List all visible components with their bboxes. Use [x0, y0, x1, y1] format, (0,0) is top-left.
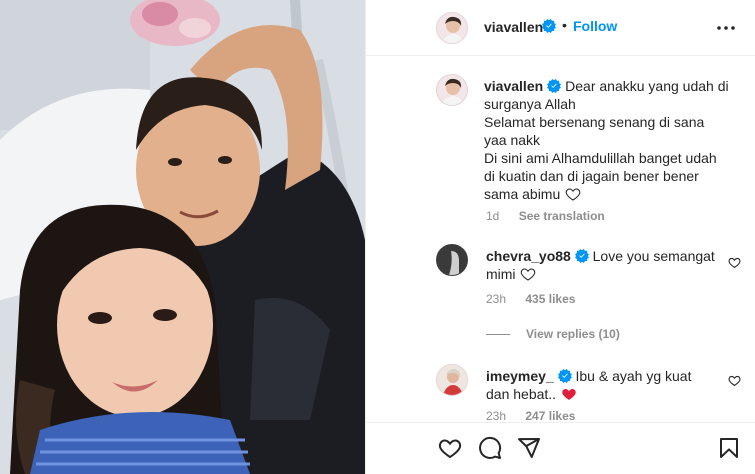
caption-line: yaa nakk	[484, 132, 541, 148]
replies-divider	[486, 334, 510, 336]
avatar[interactable]	[436, 12, 468, 44]
view-replies-button[interactable]: View replies (10)	[486, 327, 620, 341]
view-replies-label: View replies (10)	[526, 327, 620, 341]
bookmark-icon[interactable]	[717, 436, 741, 460]
caption-line: surganya Allah	[484, 96, 576, 112]
paper-plane-icon[interactable]	[517, 436, 541, 460]
caption-line: Selamat bersenang senang di sana	[484, 114, 705, 130]
white-heart-emoji-icon	[565, 188, 581, 201]
comment-bubble-icon[interactable]	[478, 436, 502, 460]
avatar[interactable]	[436, 74, 468, 106]
caption-line: sama abimu	[484, 186, 561, 202]
caption-meta: 1d See translation	[486, 209, 605, 223]
white-heart-emoji-icon	[521, 268, 536, 281]
red-heart-emoji-icon	[562, 389, 576, 400]
post-image	[0, 0, 365, 474]
post-actions-bar	[366, 422, 755, 474]
verified-badge-icon	[557, 369, 572, 383]
comment-username[interactable]: imeymey_	[486, 368, 554, 384]
caption-line: Di sini ami Alhamdulillah banget udah	[484, 150, 717, 166]
caption-username[interactable]: viavallen	[484, 78, 543, 94]
caption-line: Dear anakku yang udah di	[565, 78, 729, 94]
caption-line: di kuatin dan di jagain bener bener	[484, 168, 699, 184]
comment-body: dan hebat..	[486, 386, 557, 402]
comment-time: 23h	[486, 292, 507, 306]
comment-time: 23h	[486, 409, 507, 422]
avatar[interactable]	[436, 364, 468, 396]
separator-dot: •	[562, 17, 567, 33]
heart-icon[interactable]	[438, 436, 462, 460]
see-translation-button[interactable]: See translation	[519, 209, 605, 223]
post-photo[interactable]	[0, 0, 365, 474]
like-comment-heart-icon[interactable]	[728, 256, 741, 269]
comment-meta: 23h 435 likes	[486, 292, 575, 306]
post-author-username[interactable]: viavallen	[484, 19, 543, 35]
follow-button[interactable]: Follow	[573, 18, 617, 34]
post-details-panel: viavallen • Follow viavallen Dear anakku …	[365, 0, 755, 474]
comments-list[interactable]: viavallen Dear anakku yang udah di surgan…	[366, 57, 755, 422]
more-options-icon[interactable]	[716, 20, 736, 36]
avatar[interactable]	[436, 244, 468, 276]
comment-username[interactable]: chevra_yo88	[486, 248, 571, 264]
comment-body: Love you semangat	[592, 248, 715, 264]
comment-likes[interactable]: 247 likes	[525, 409, 575, 422]
comment-meta: 23h 247 likes	[486, 409, 575, 422]
comment-body: mimi	[486, 266, 516, 282]
comment-likes[interactable]: 435 likes	[525, 292, 575, 306]
comment-text: chevra_yo88 Love you semangat mimi	[486, 247, 726, 283]
verified-badge-icon	[574, 249, 589, 263]
like-comment-heart-icon[interactable]	[728, 374, 741, 387]
caption-text: viavallen Dear anakku yang udah di surgan…	[484, 77, 744, 203]
comment-body: Ibu & ayah yg kuat	[575, 368, 692, 384]
post-header: viavallen • Follow	[366, 0, 755, 56]
comment-text: imeymey_ Ibu & ayah yg kuat dan hebat..	[486, 367, 726, 403]
caption-time: 1d	[486, 209, 500, 223]
verified-badge-icon	[547, 79, 562, 93]
verified-badge-icon	[542, 19, 556, 33]
